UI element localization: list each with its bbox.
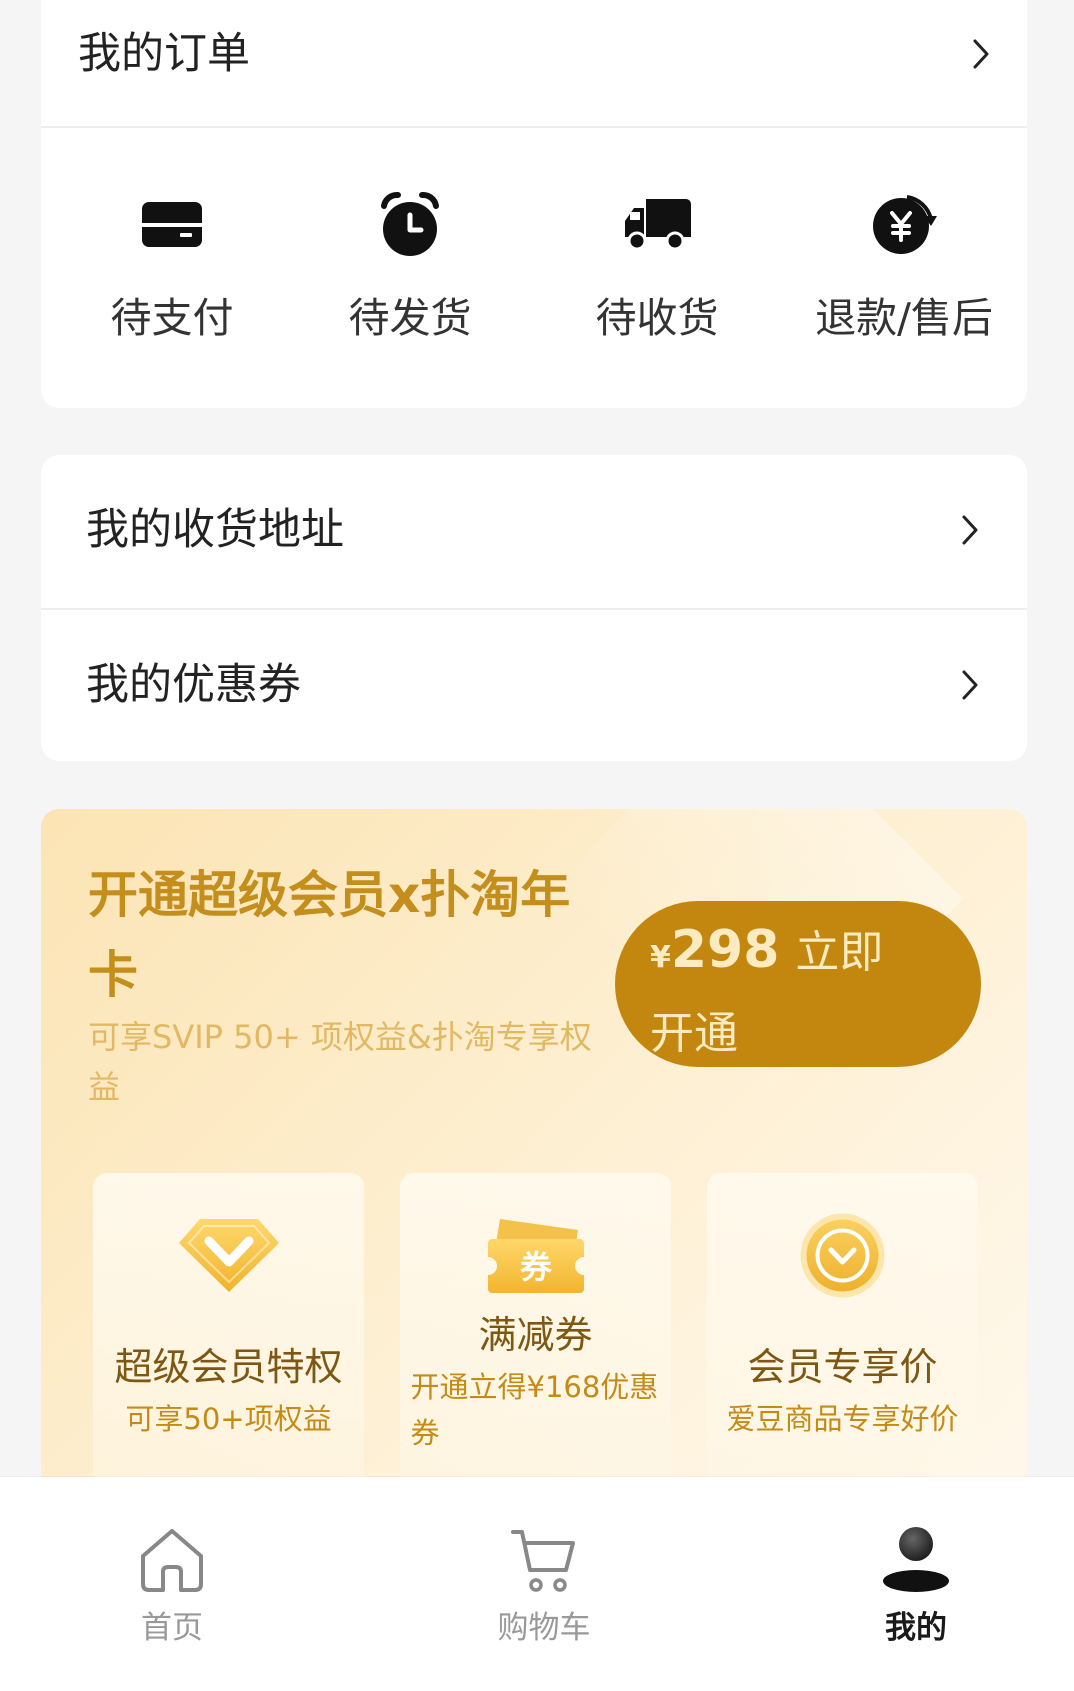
orders-title: 我的订单 (78, 29, 250, 79)
tab-mine[interactable]: 我的 (796, 1477, 1036, 1691)
card-icon (142, 201, 202, 247)
benefit-subtitle: 开通立得¥168优惠券 (410, 1370, 659, 1450)
benefit-text: 超级会员特权 可享50+项权益 (93, 1343, 364, 1442)
benefit-subtitle-wrap: 爱豆商品专享好价 (707, 1396, 978, 1442)
tab-cart[interactable]: 购物车 (424, 1477, 664, 1691)
truck-icon (624, 199, 691, 251)
tab-icon-slot (52, 1524, 292, 1594)
order-status-label: 待发货 (348, 294, 472, 342)
order-icon-slot (295, 189, 525, 259)
tab-label: 我的 (885, 1610, 947, 1646)
benefit-text: 满减券 开通立得¥168优惠券 (400, 1311, 671, 1456)
order-status-label: 待收货 (595, 294, 719, 342)
order-icon-slot (542, 189, 772, 259)
price-badge-icon (800, 1213, 885, 1297)
benefit-title: 超级会员特权 (114, 1345, 343, 1389)
menu-card: 我的收货地址 我的优惠券 (41, 455, 1027, 761)
orders-card: 我的订单 待支付 待发货 待收货 退款/售后 (41, 0, 1027, 408)
benefit-icon-slot: 券 (400, 1205, 671, 1305)
vip-promo-card: 开通超级会员x扑淘年卡 可享SVIP 50+ 项权益&扑淘专享权益 ¥298 立即… (41, 809, 1027, 1529)
menu-item-label: 我的收货地址 (86, 505, 344, 555)
bottom-tab-bar: 首页 购物车 我的 (0, 1477, 1074, 1691)
home-icon (141, 1528, 203, 1592)
price-value: 298 (670, 920, 780, 980)
order-icon-slot (789, 189, 1019, 259)
benefit-subtitle-wrap: 开通立得¥168优惠券 (400, 1364, 671, 1456)
menu-item-address[interactable]: 我的收货地址 (41, 455, 1027, 608)
order-status-label: 退款/售后 (815, 294, 993, 342)
benefit-icon-slot (93, 1205, 364, 1305)
order-status-pending-shipment[interactable]: 待发货 (295, 140, 525, 380)
tab-label: 首页 (141, 1610, 203, 1646)
benefit-card-coupon[interactable]: 券 满减券 开通立得¥168优惠券 (400, 1173, 671, 1503)
menu-item-label: 我的优惠券 (86, 660, 301, 710)
benefit-subtitle: 可享50+项权益 (125, 1402, 332, 1436)
benefit-card-svip[interactable]: 超级会员特权 可享50+项权益 (93, 1173, 364, 1503)
tab-icon-slot (424, 1524, 664, 1594)
orders-header[interactable]: 我的订单 (41, 0, 1027, 126)
benefit-title: 满减券 (478, 1313, 593, 1357)
vip-title: 开通超级会员x扑淘年卡 (88, 866, 571, 1004)
chevron-right-icon (973, 39, 989, 69)
order-status-pending-payment[interactable]: 待支付 (57, 140, 287, 380)
cart-icon (511, 1530, 575, 1592)
benefit-text: 会员专享价 爱豆商品专享好价 (707, 1343, 978, 1442)
divider (41, 126, 1027, 128)
tab-label: 购物车 (497, 1610, 591, 1646)
vip-subtitle: 可享SVIP 50+ 项权益&扑淘专享权益 (88, 1018, 592, 1106)
benefit-title: 会员专享价 (747, 1345, 938, 1389)
tab-icon-slot (796, 1524, 1036, 1594)
order-icon-slot (57, 189, 287, 259)
benefit-subtitle-wrap: 可享50+项权益 (93, 1396, 364, 1442)
tab-home[interactable]: 首页 (52, 1477, 292, 1691)
benefit-subtitle: 爱豆商品专享好价 (726, 1402, 959, 1436)
profile-icon (883, 1527, 949, 1592)
chevron-right-icon (962, 670, 978, 700)
order-status-pending-receipt[interactable]: 待收货 (542, 140, 772, 380)
menu-item-coupons[interactable]: 我的优惠券 (41, 610, 1027, 761)
diamond-icon (178, 1218, 279, 1292)
price-currency: ¥ (650, 940, 671, 975)
benefit-icon-slot (707, 1205, 978, 1305)
alarm-clock-icon (381, 191, 439, 256)
refund-yen-icon (873, 194, 937, 254)
benefit-card-member-price[interactable]: 会员专享价 爱豆商品专享好价 (707, 1173, 978, 1503)
order-status-refund[interactable]: 退款/售后 (789, 140, 1019, 380)
chevron-right-icon (962, 515, 978, 545)
vip-open-button[interactable]: ¥298 立即开通 (615, 901, 981, 1067)
coupon-icon-text: 券 (519, 1248, 552, 1286)
coupon-icon: 券 (487, 1218, 584, 1293)
order-status-label: 待支付 (110, 294, 234, 342)
